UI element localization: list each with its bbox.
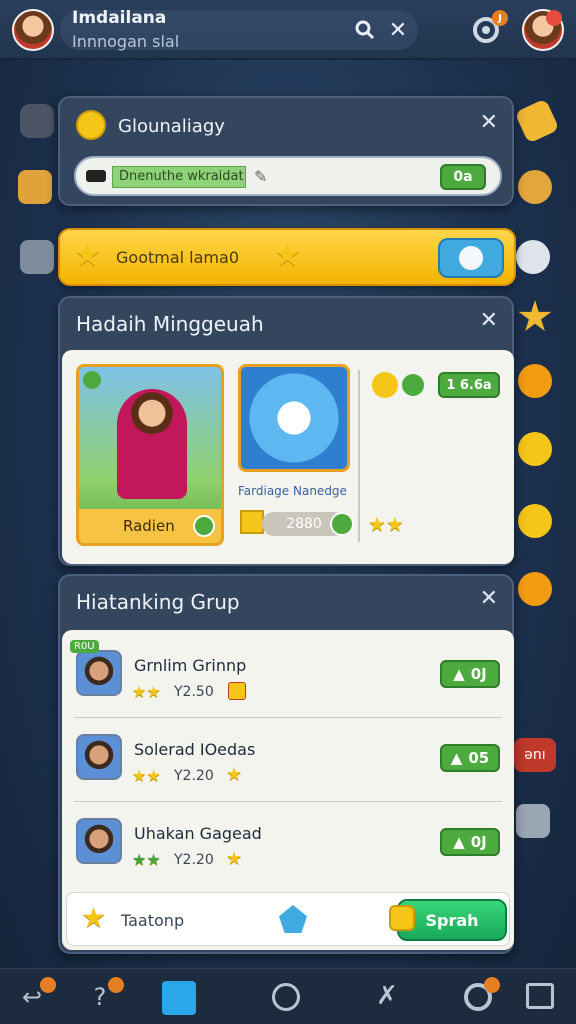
group-title: Hiatanking Grup xyxy=(76,590,240,614)
avatar xyxy=(76,734,122,780)
gift-icon xyxy=(228,682,246,700)
bottom-nav: ↩ ? ✗ xyxy=(0,968,576,1024)
group-list: R0U Grnlim Grinnp ★★ Y2.50 ▲ 0J Solerad … xyxy=(62,630,514,950)
star-icon: ★ xyxy=(81,901,107,934)
banner-text: Gootmal lama0 xyxy=(116,248,239,267)
coin-icon[interactable] xyxy=(518,364,552,398)
refresh-icon[interactable] xyxy=(402,374,424,396)
new-tag: R0U xyxy=(70,640,99,653)
close-icon[interactable]: ✕ xyxy=(480,588,498,610)
go-icon[interactable] xyxy=(193,515,215,537)
status-value[interactable]: 0a xyxy=(440,164,486,190)
member-score: Y2.20 xyxy=(174,852,214,868)
coin-icon xyxy=(372,372,398,398)
go-icon[interactable] xyxy=(330,512,354,536)
close-icon[interactable]: ✕ xyxy=(480,112,498,134)
status-title: Glounaliagy xyxy=(118,116,225,137)
status-field[interactable]: Dnenuthe wkraidat ✎ 0a xyxy=(74,156,502,196)
footer-label: Taatonp xyxy=(121,911,185,930)
banner-button[interactable] xyxy=(438,238,504,278)
bag-icon[interactable] xyxy=(518,170,552,204)
star-icon: ★★ xyxy=(368,512,404,536)
avatar xyxy=(76,818,122,864)
card-label: Radien xyxy=(123,517,175,535)
avatar xyxy=(76,650,122,696)
smiley-icon[interactable] xyxy=(518,504,552,538)
star-icon: ★ xyxy=(226,764,243,785)
star-icon: ★★ xyxy=(132,850,161,869)
pencil-icon: ✎ xyxy=(254,167,268,186)
cross-icon[interactable]: ✗ xyxy=(372,981,402,1011)
list-item[interactable]: R0U Grnlim Grinnp ★★ Y2.50 ▲ 0J xyxy=(62,634,514,718)
robot-icon[interactable] xyxy=(516,804,550,838)
cloud-icon[interactable] xyxy=(516,240,550,274)
list-item[interactable]: Solerad IOedas ★★ Y2.20 ★ ▲ 05 xyxy=(62,718,514,802)
check-icon xyxy=(83,371,101,389)
banner[interactable]: ★ Gootmal lama0 ★ xyxy=(58,228,516,286)
star-icon: ★★ xyxy=(132,766,161,785)
reward-card[interactable]: Radien xyxy=(76,364,224,546)
circle-icon[interactable] xyxy=(272,983,300,1011)
smiley-icon[interactable] xyxy=(518,432,552,466)
side-tag: ǝnı xyxy=(514,738,556,772)
member-score: Y2.50 xyxy=(174,684,214,700)
friend-badge xyxy=(546,10,562,26)
search-icon[interactable] xyxy=(352,17,378,43)
ticket-icon[interactable] xyxy=(514,98,560,144)
list-item[interactable]: Uhakan Gagead ★★ Y2.20 ★ ▲ 0J xyxy=(62,802,514,886)
player-status: Innnogan slal xyxy=(72,32,180,51)
player-avatar[interactable] xyxy=(12,9,54,51)
robot-icon[interactable] xyxy=(20,240,54,274)
smiley-icon xyxy=(76,110,106,140)
progress-label: Dnenuthe wkraidat xyxy=(112,166,246,188)
action-label: 0J xyxy=(470,665,487,683)
weekly-title: Hadaih Minggeuah xyxy=(76,312,264,336)
weekly-content: Radien Fardiage Nanedge 2880 1 6.6a ★★ xyxy=(62,350,514,564)
close-icon[interactable]: ✕ xyxy=(480,310,498,332)
notification-badge xyxy=(40,977,56,993)
map-icon[interactable] xyxy=(279,905,307,933)
star-icon[interactable] xyxy=(518,300,552,331)
coin-icon xyxy=(389,905,415,931)
smiley-icon xyxy=(459,246,483,270)
action-button[interactable]: ▲ 0J xyxy=(440,660,500,688)
notification-badge: J xyxy=(492,10,508,26)
star-icon: ★ xyxy=(74,238,101,273)
controller-icon xyxy=(86,170,106,182)
action-label: 0J xyxy=(470,833,487,851)
star-icon: ★★ xyxy=(132,682,161,701)
star-icon: ★ xyxy=(274,238,301,273)
reward-card[interactable] xyxy=(238,364,350,472)
member-name: Uhakan Gagead xyxy=(134,824,262,843)
screen-icon[interactable] xyxy=(526,983,554,1009)
notification-badge xyxy=(108,977,124,993)
star-icon: ★ xyxy=(226,848,243,869)
divider xyxy=(358,370,360,542)
map-icon[interactable] xyxy=(162,981,196,1015)
group-footer: ★ Taatonp Sprah xyxy=(66,892,510,946)
member-name: Grnlim Grinnp xyxy=(134,656,247,675)
close-icon[interactable]: ✕ xyxy=(386,16,410,44)
gift-icon xyxy=(240,510,264,534)
chest-icon[interactable] xyxy=(18,170,52,204)
notification-badge xyxy=(484,977,500,993)
player-name: Imdailana xyxy=(72,8,167,28)
action-button[interactable]: ▲ 05 xyxy=(440,744,500,772)
top-bar: Imdailana Innnogan slal ✕ J xyxy=(0,0,576,60)
side-value[interactable]: 1 6.6a xyxy=(438,372,500,398)
left-side-icon[interactable] xyxy=(20,104,54,138)
card-label: Fardiage Nanedge xyxy=(238,484,347,498)
member-name: Solerad IOedas xyxy=(134,740,256,759)
coin-icon[interactable] xyxy=(518,572,552,606)
status-card: Glounaliagy ✕ Dnenuthe wkraidat ✎ 0a xyxy=(58,96,514,206)
member-score: Y2.20 xyxy=(174,768,214,784)
spread-label: Sprah xyxy=(425,910,479,930)
weekly-panel: Hadaih Minggeuah ✕ Radien Fardiage Naned… xyxy=(58,296,514,566)
group-panel: Hiatanking Grup ✕ R0U Grnlim Grinnp ★★ Y… xyxy=(58,574,514,954)
action-button[interactable]: ▲ 0J xyxy=(440,828,500,856)
action-label: 05 xyxy=(468,749,490,767)
character-image xyxy=(117,389,187,499)
